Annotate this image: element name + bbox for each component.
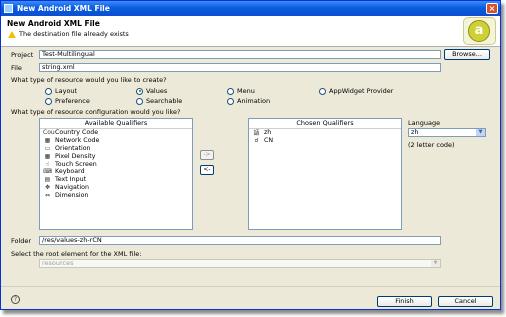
radio-button-icon	[319, 87, 326, 95]
app-icon	[4, 4, 13, 13]
qualifier-label: Network Code	[55, 137, 100, 145]
qualifier-icon: ▤	[44, 176, 51, 184]
warning-icon	[8, 31, 16, 38]
qualifier-icon: ▦	[44, 137, 51, 145]
radio-menu[interactable]: Menu	[227, 87, 255, 95]
radio-searchable[interactable]: Searchable	[136, 97, 182, 105]
wizard-banner: New Android XML File The destination fil…	[1, 16, 500, 47]
radio-button-icon	[136, 97, 143, 105]
project-field[interactable]: Test-Multilingual	[39, 50, 441, 59]
qualifier-label: Keyboard	[55, 168, 85, 176]
available-qualifiers-list[interactable]: Available Qualifiers Cou Country Code ▦ Net…	[39, 118, 193, 230]
root-element-combo[interactable]: resources ▼	[39, 259, 441, 268]
root-element-value: resources	[42, 259, 74, 267]
qualifier-label: CN	[264, 137, 274, 145]
qualifier-icon: ▭	[44, 144, 51, 152]
qualifier-item[interactable]: ✥ Navigation	[40, 184, 192, 192]
close-button[interactable]: ×	[486, 3, 498, 14]
dialog-window: New Android XML File × New Android XML F…	[0, 0, 501, 310]
radio-button-selected-icon	[136, 87, 143, 95]
qualifier-item[interactable]: ☌ CN	[249, 137, 401, 145]
radio-preference[interactable]: Preference	[45, 97, 90, 105]
qualifier-icon: ☌	[254, 137, 259, 145]
radio-button-icon	[45, 97, 52, 105]
radio-label: Preference	[55, 97, 90, 105]
qualifier-label: Touch Screen	[55, 160, 97, 168]
file-label: File	[11, 64, 22, 72]
language-combo[interactable]: zh ▼	[408, 128, 486, 137]
folder-label: Folder	[11, 237, 32, 245]
qualifier-icon: ✥	[44, 183, 51, 191]
remove-qualifier-button[interactable]: <-	[200, 165, 214, 175]
qualifier-icon: ☝	[45, 160, 50, 168]
radio-label: Searchable	[146, 97, 183, 105]
chosen-qualifiers-header: Chosen Qualifiers	[249, 119, 401, 129]
qualifier-label: Orientation	[55, 144, 91, 152]
qualifier-item[interactable]: 語 zh	[249, 129, 401, 137]
resource-type-question: What type of resource would you like to …	[11, 76, 167, 84]
file-field[interactable]: string.xml	[39, 63, 441, 72]
qualifier-item[interactable]: ▦ Pixel Density	[40, 152, 192, 160]
project-label: Project	[11, 51, 34, 59]
chevron-down-icon[interactable]: ▼	[431, 260, 440, 267]
radio-label: Menu	[237, 87, 255, 95]
qualifier-icon: ⇔	[44, 191, 51, 199]
qualifier-label: Country Code	[55, 129, 99, 137]
qualifier-label: Pixel Density	[55, 152, 96, 160]
qualifier-item[interactable]: ▭ Orientation	[40, 145, 192, 153]
qualifier-label: Text Input	[55, 176, 87, 184]
radio-button-icon	[227, 87, 234, 95]
radio-values[interactable]: Values	[136, 87, 167, 95]
help-icon[interactable]: ?	[11, 295, 20, 304]
radio-animation[interactable]: Animation	[227, 97, 270, 105]
config-question: What type of resource configuration woul…	[11, 108, 181, 116]
finish-button[interactable]: Finish	[377, 296, 432, 307]
qualifier-item[interactable]: ☝ Touch Screen	[40, 160, 192, 168]
qualifier-label: zh	[264, 129, 272, 137]
qualifier-label: Navigation	[55, 183, 89, 191]
radio-label: Values	[146, 87, 168, 95]
language-hint: (2 letter code)	[408, 141, 455, 149]
folder-field[interactable]: /res/values-zh-rCN	[39, 236, 441, 245]
radio-layout[interactable]: Layout	[45, 87, 77, 95]
qualifier-item[interactable]: Cou Country Code	[40, 129, 192, 137]
cancel-button[interactable]: Cancel	[438, 296, 493, 307]
window-title: New Android XML File	[17, 4, 110, 13]
banner-message: The destination file already exists	[19, 30, 129, 38]
qualifier-icon: 語	[253, 130, 260, 138]
android-logo-icon: a	[463, 17, 496, 45]
radio-label: AppWidget Provider	[329, 87, 394, 95]
qualifier-icon: ⌨	[43, 168, 52, 176]
banner-title: New Android XML File	[7, 19, 100, 28]
qualifier-item[interactable]: ⌨ Keyboard	[40, 168, 192, 176]
available-qualifiers-header: Available Qualifiers	[40, 119, 192, 129]
chosen-qualifiers-list[interactable]: Chosen Qualifiers 語 zh ☌ CN	[248, 118, 402, 230]
logo-letter: a	[468, 20, 490, 42]
footer-separator	[1, 286, 500, 287]
qualifier-label: Dimension	[55, 191, 89, 199]
root-element-label: Select the root element for the XML file…	[11, 250, 142, 258]
radio-button-icon	[45, 87, 52, 95]
language-label: Language	[408, 119, 441, 127]
qualifier-item[interactable]: ⇔ Dimension	[40, 191, 192, 199]
qualifier-icon: ▦	[44, 152, 51, 160]
qualifier-item[interactable]: ▦ Network Code	[40, 137, 192, 145]
radio-button-icon	[227, 97, 234, 105]
qualifier-icon: Cou	[43, 129, 55, 137]
radio-appwidget-provider[interactable]: AppWidget Provider	[319, 87, 393, 95]
radio-label: Animation	[237, 97, 271, 105]
radio-label: Layout	[55, 87, 78, 95]
qualifier-item[interactable]: ▤ Text Input	[40, 176, 192, 184]
title-bar[interactable]: New Android XML File ×	[1, 1, 500, 16]
add-qualifier-button[interactable]: ->	[200, 150, 214, 160]
language-value: zh	[411, 128, 419, 136]
browse-button[interactable]: Browse...	[444, 49, 490, 60]
chevron-down-icon[interactable]: ▼	[476, 129, 485, 136]
